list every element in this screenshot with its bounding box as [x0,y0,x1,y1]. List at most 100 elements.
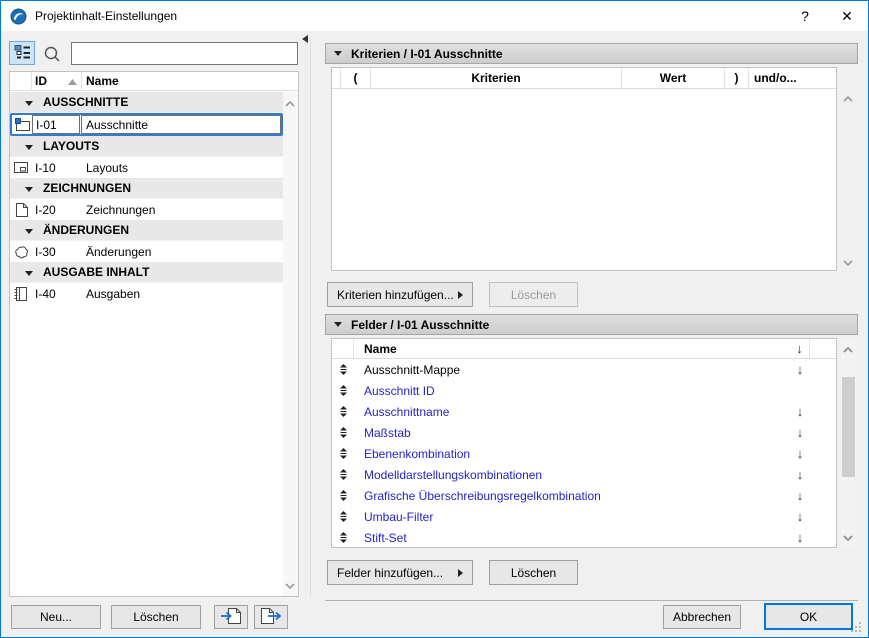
item-name-editor[interactable]: Ausschnitte [81,115,281,134]
import-button[interactable] [214,605,248,629]
tree-item-i-40[interactable]: I-40Ausgaben [10,283,283,304]
scroll-up-icon[interactable] [843,342,853,356]
field-extra-cell [810,506,836,527]
reorder-handle-icon[interactable] [332,422,354,443]
criteria-section-header[interactable]: Kriterien / I-01 Ausschnitte [325,43,858,64]
item-name: Änderungen [82,245,283,259]
field-row[interactable]: Umbau-Filter↓ [332,506,836,527]
new-button[interactable]: Neu... [11,605,101,629]
panel-splitter[interactable] [310,39,311,597]
sort-direction-icon[interactable]: ↓ [790,527,810,548]
reorder-handle-icon[interactable] [332,443,354,464]
tree-group-label: ÄNDERUNGEN [43,223,129,237]
tree-group-header[interactable]: LAYOUTS [10,136,283,157]
add-criteria-button[interactable]: Kriterien hinzufügen... [327,282,473,307]
tree-item-i-01[interactable]: I-01Ausschnitte [10,113,283,136]
collapse-down-icon [334,51,342,56]
scroll-up-icon[interactable] [285,96,295,110]
field-row[interactable]: Stift-Set↓ [332,527,836,548]
scrollbar-thumb[interactable] [842,377,855,477]
criteria-header-row: ( Kriterien Wert ) und/o... [332,68,836,89]
scroll-down-icon[interactable] [285,578,295,592]
tree-group-header[interactable]: AUSSCHNITTE [10,92,283,113]
field-row[interactable]: Modelldarstellungskombinationen↓ [332,464,836,485]
field-extra-cell [810,359,836,380]
tree-group-header[interactable]: ÄNDERUNGEN [10,220,283,241]
help-button[interactable]: ? [784,1,826,31]
collapse-down-icon [25,265,33,279]
search-input[interactable] [71,42,298,65]
tree-header-name[interactable]: Name [82,74,298,88]
reorder-handle-icon[interactable] [332,464,354,485]
sort-direction-icon[interactable]: ↓ [790,339,810,358]
fields-section-header[interactable]: Felder / I-01 Ausschnitte [325,314,858,335]
drawing-icon [10,202,32,218]
reorder-handle-icon[interactable] [332,401,354,422]
criteria-col-undoder[interactable]: und/o... [749,68,836,88]
sort-direction-icon[interactable]: ↓ [790,359,810,380]
reorder-handle-icon[interactable] [332,527,354,548]
item-id: I-20 [32,203,82,217]
criteria-scrollbar[interactable] [841,91,856,269]
field-extra-cell [810,485,836,506]
collapse-down-icon [25,223,33,237]
tree-item-i-20[interactable]: I-20Zeichnungen [10,199,283,220]
criteria-col-kriterien[interactable]: Kriterien [371,68,622,88]
sort-direction-icon[interactable]: ↓ [790,422,810,443]
field-row[interactable]: Grafische Überschreibungsregelkombinatio… [332,485,836,506]
sort-direction-icon[interactable]: ↓ [790,443,810,464]
field-row[interactable]: Maßstab↓ [332,422,836,443]
sort-direction-icon[interactable]: ↓ [790,401,810,422]
scroll-down-icon[interactable] [843,530,853,544]
field-row[interactable]: Ausschnitt-Mappe↓ [332,359,836,380]
tree-header-id[interactable]: ID [32,72,82,90]
tree-view-toggle-button[interactable] [9,41,35,65]
resize-grip[interactable] [850,621,862,636]
viewport-icon [12,117,32,132]
tree-group-header[interactable]: AUSGABE INHALT [10,262,283,283]
sort-direction-icon[interactable]: ↓ [790,506,810,527]
export-button[interactable] [254,605,288,629]
field-row[interactable]: Ausschnitt ID [332,380,836,401]
close-button[interactable]: ✕ [826,1,868,31]
tree-list-icon [14,44,31,62]
fields-col-handle [332,339,354,358]
criteria-table: ( Kriterien Wert ) und/o... [331,67,837,271]
criteria-col-wert[interactable]: Wert [622,68,725,88]
criteria-col-close-paren[interactable]: ) [725,68,749,88]
ok-button[interactable]: OK [764,603,853,630]
tree-item-i-10[interactable]: I-10Layouts [10,157,283,178]
sort-direction-icon[interactable]: ↓ [790,485,810,506]
fields-rows: Ausschnitt-Mappe↓Ausschnitt IDAusschnitt… [332,359,836,548]
reorder-handle-icon[interactable] [332,380,354,401]
fields-scrollbar[interactable] [841,339,856,547]
reorder-handle-icon[interactable] [332,506,354,527]
criteria-col-open-paren[interactable]: ( [341,68,371,88]
scroll-down-icon[interactable] [843,255,853,269]
item-id-editor[interactable]: I-01 [32,115,80,134]
field-row[interactable]: Ausschnittname↓ [332,401,836,422]
field-name: Ebenenkombination [354,443,790,464]
tree-item-i-30[interactable]: I-30Änderungen [10,241,283,262]
delete-item-button[interactable]: Löschen [111,605,201,629]
cancel-button[interactable]: Abbrechen [663,605,741,629]
field-name: Umbau-Filter [354,506,790,527]
fields-header-row: Name ↓ [332,339,836,359]
splitter-collapse-icon[interactable] [302,32,308,46]
tree-scrollbar[interactable] [283,92,298,596]
tree-group-label: LAYOUTS [43,139,99,153]
scroll-up-icon[interactable] [843,91,853,105]
export-icon [260,607,282,628]
fields-table: Name ↓ Ausschnitt-Mappe↓Ausschnitt IDAus… [331,338,837,548]
reorder-handle-icon[interactable] [332,359,354,380]
delete-fields-button[interactable]: Löschen [489,560,578,585]
fields-col-name[interactable]: Name [354,339,790,358]
sort-direction-icon[interactable]: ↓ [790,464,810,485]
field-name: Modelldarstellungskombinationen [354,464,790,485]
field-row[interactable]: Ebenenkombination↓ [332,443,836,464]
add-fields-button[interactable]: Felder hinzufügen... [327,560,473,585]
field-name: Ausschnittname [354,401,790,422]
reorder-handle-icon[interactable] [332,485,354,506]
tree-group-header[interactable]: ZEICHNUNGEN [10,178,283,199]
change-cloud-icon [10,244,32,260]
